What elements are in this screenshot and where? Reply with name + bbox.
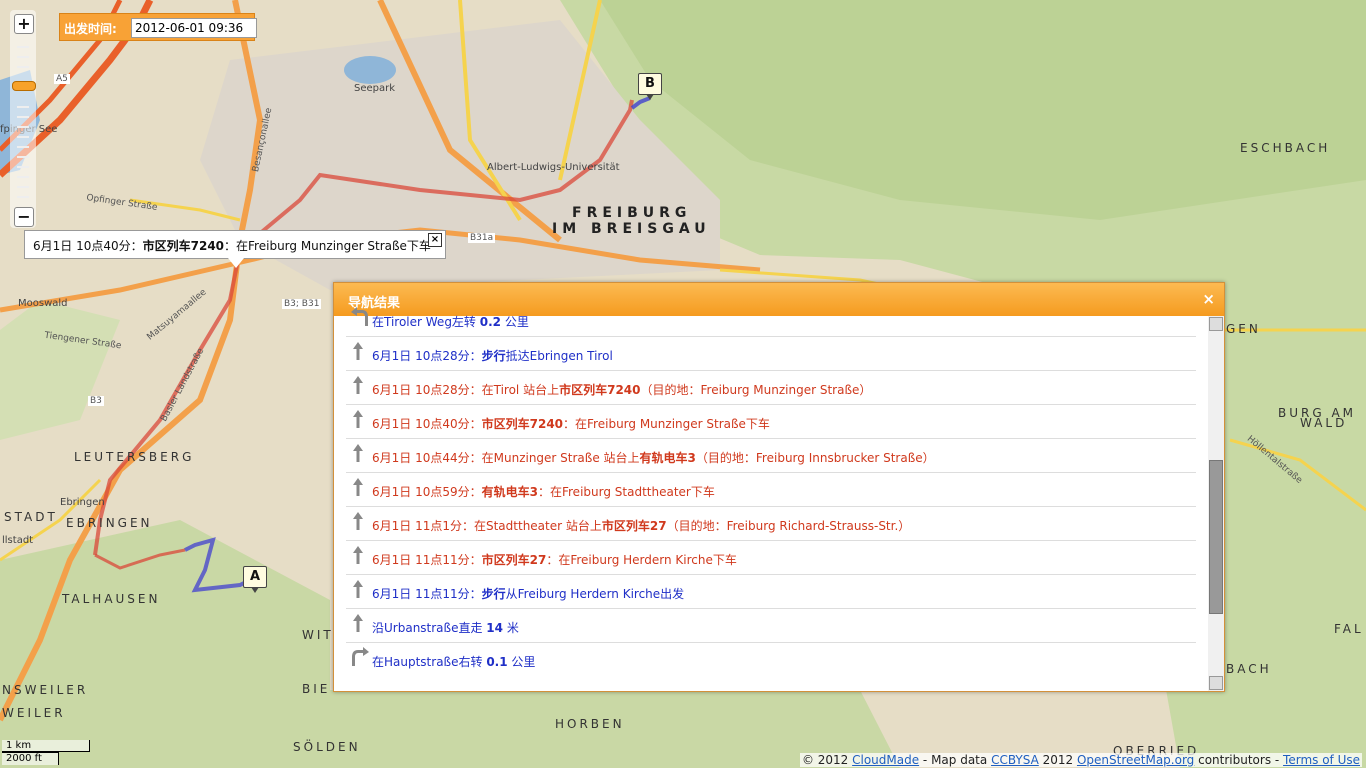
scroll-up-button[interactable]: [1209, 317, 1223, 331]
turn-right-icon: [350, 647, 369, 667]
road-label-b3b31: B3; B31: [282, 299, 322, 309]
place-label-freiburg: FREIBURG IM BREISGAU: [552, 205, 711, 237]
departure-time-input[interactable]: [131, 18, 257, 38]
popup-close-button[interactable]: ×: [428, 233, 442, 247]
zoom-out-button[interactable]: −: [14, 207, 34, 227]
straight-icon: [350, 341, 366, 361]
route-step[interactable]: 在Tiroler Weg左转 0.2 公里: [346, 303, 1196, 337]
place-label-wald: WALD: [1300, 416, 1348, 430]
scroll-down-button[interactable]: [1209, 676, 1223, 690]
osm-link[interactable]: OpenStreetMap.org: [1077, 753, 1194, 767]
route-step-text: 沿Urbanstraße直走 14 米: [372, 621, 519, 635]
map-attribution: © 2012 CloudMade - Map data CCBYSA 2012 …: [799, 753, 1362, 767]
departure-time-label: 出发时间:: [64, 22, 117, 36]
route-step[interactable]: 6月1日 11点1分：在Stadttheater 站台上市区列车27（目的地：F…: [346, 507, 1196, 541]
place-label-weiler: WEILER: [2, 706, 66, 720]
zoom-level-tick[interactable]: [17, 56, 29, 58]
ccbysa-link[interactable]: CCBYSA: [991, 753, 1039, 767]
route-step[interactable]: 6月1日 11点11分：市区列车27：在Freiburg Herdern Kir…: [346, 541, 1196, 575]
route-step-text: 6月1日 10点40分：市区列车7240：在Freiburg Munzinger…: [372, 417, 770, 431]
straight-icon: [350, 477, 366, 497]
place-label-wit: WIT: [302, 628, 334, 642]
road-label-b3: B3: [88, 396, 104, 406]
zoom-level-tick[interactable]: [17, 196, 29, 198]
map-popup: 6月1日 10点40分：市区列车7240：在Freiburg Munzinger…: [24, 230, 446, 268]
route-step[interactable]: 6月1日 11点11分：步行从Freiburg Herdern Kirche出发: [346, 575, 1196, 609]
route-step[interactable]: 6月1日 10点40分：市区列车7240：在Freiburg Munzinger…: [346, 405, 1196, 439]
zoom-in-button[interactable]: +: [14, 14, 34, 34]
route-step-text: 在Tiroler Weg左转 0.2 公里: [372, 315, 529, 329]
place-label-mooswald: Mooswald: [18, 298, 68, 309]
place-label-seepark: Seepark: [354, 83, 396, 94]
place-label-eschbach: ESCHBACH: [1240, 141, 1331, 155]
route-step-text: 6月1日 10点59分：有轨电车3：在Freiburg Stadttheater…: [372, 485, 715, 499]
zoom-level-tick[interactable]: [17, 186, 29, 188]
road-label-a5: A5: [54, 74, 70, 84]
departure-time-box: 出发时间:: [59, 13, 257, 41]
scrollbar-thumb[interactable]: [1209, 460, 1223, 614]
place-label-uni: Albert-Ludwigs-Universität: [487, 162, 620, 173]
place-label-fal: FAL: [1334, 622, 1364, 636]
straight-icon: [350, 409, 366, 429]
route-step-text: 6月1日 11点11分：市区列车27：在Freiburg Herdern Kir…: [372, 553, 737, 567]
route-step[interactable]: 6月1日 10点44分：在Munzinger Straße 站台上有轨电车3（目…: [346, 439, 1196, 473]
zoom-level-tick[interactable]: [17, 156, 29, 158]
zoom-slider-handle[interactable]: [12, 81, 36, 91]
route-step-list: 在Tiroler Weg左转 0.2 公里 6月1日 10点28分：步行抵达Ebr…: [346, 303, 1196, 675]
straight-icon: [350, 511, 366, 531]
road-label-b31a: B31a: [468, 233, 496, 243]
popup-text: 6月1日 10点40分：市区列车7240：在Freiburg Munzinger…: [33, 239, 431, 253]
place-label-bie: BIE: [302, 682, 331, 696]
straight-icon: [350, 375, 366, 395]
place-label-ebringen-small: Ebringen: [60, 497, 105, 508]
panel-scrollbar[interactable]: [1208, 316, 1224, 691]
straight-icon: [350, 545, 366, 565]
route-step[interactable]: 沿Urbanstraße直走 14 米: [346, 609, 1196, 643]
route-step-text: 6月1日 10点44分：在Munzinger Straße 站台上有轨电车3（目…: [372, 451, 935, 465]
zoom-level-tick[interactable]: [17, 46, 29, 48]
place-label-allstadt: llstadt: [2, 535, 34, 546]
zoom-level-tick[interactable]: [17, 166, 29, 168]
marker-a[interactable]: A: [243, 566, 267, 593]
panel-close-button[interactable]: ×: [1202, 290, 1215, 308]
place-label-gen: GEN: [1226, 322, 1261, 336]
straight-icon: [350, 443, 366, 463]
route-step[interactable]: 6月1日 10点28分：在Tirol 站台上市区列车7240（目的地：Freib…: [346, 371, 1196, 405]
route-step[interactable]: 6月1日 10点28分：步行抵达Ebringen Tirol: [346, 337, 1196, 371]
place-label-horben: HORBEN: [555, 717, 625, 731]
zoom-level-tick[interactable]: [17, 146, 29, 148]
scale-ft: 2000 ft: [2, 752, 59, 765]
place-label-bach: BACH: [1226, 662, 1272, 676]
marker-b[interactable]: B: [638, 73, 662, 100]
navigation-result-panel: 导航结果 × 在Tiroler Weg左转 0.2 公里 6月1日 10点28分：…: [333, 282, 1225, 692]
popup-pointer: [228, 258, 244, 268]
place-label-leutersberg: LEUTERSBERG: [74, 450, 195, 464]
route-step-text: 6月1日 11点1分：在Stadttheater 站台上市区列车27（目的地：F…: [372, 519, 911, 533]
straight-icon: [350, 613, 366, 633]
place-label-nsweiler: NSWEILER: [2, 683, 89, 697]
zoom-level-tick[interactable]: [17, 176, 29, 178]
cloudmade-link[interactable]: CloudMade: [852, 753, 919, 767]
route-step-text: 在Hauptstraße右转 0.1 公里: [372, 655, 536, 669]
route-step[interactable]: 在Hauptstraße右转 0.1 公里: [346, 643, 1196, 675]
zoom-level-tick[interactable]: [17, 116, 29, 118]
scale-km: 1 km: [2, 740, 90, 752]
place-label-talhausen: TALHAUSEN: [62, 592, 161, 606]
route-step-text: 6月1日 11点11分：步行从Freiburg Herdern Kirche出发: [372, 587, 685, 601]
terms-link[interactable]: Terms of Use: [1283, 753, 1360, 767]
route-step[interactable]: 6月1日 10点59分：有轨电车3：在Freiburg Stadttheater…: [346, 473, 1196, 507]
zoom-level-tick[interactable]: [17, 136, 29, 138]
place-label-solden: SÖLDEN: [293, 740, 361, 754]
zoom-level-tick[interactable]: [17, 106, 29, 108]
place-label-stadt: STADT: [4, 510, 58, 524]
straight-icon: [350, 579, 366, 599]
zoom-level-tick[interactable]: [17, 126, 29, 128]
route-step-text: 6月1日 10点28分：在Tirol 站台上市区列车7240（目的地：Freib…: [372, 383, 872, 397]
route-step-text: 6月1日 10点28分：步行抵达Ebringen Tirol: [372, 349, 613, 363]
zoom-level-tick[interactable]: [17, 66, 29, 68]
place-label-ebringen: EBRINGEN: [66, 516, 153, 530]
turn-left-icon: [350, 307, 368, 327]
zoom-control: + −: [10, 10, 36, 228]
